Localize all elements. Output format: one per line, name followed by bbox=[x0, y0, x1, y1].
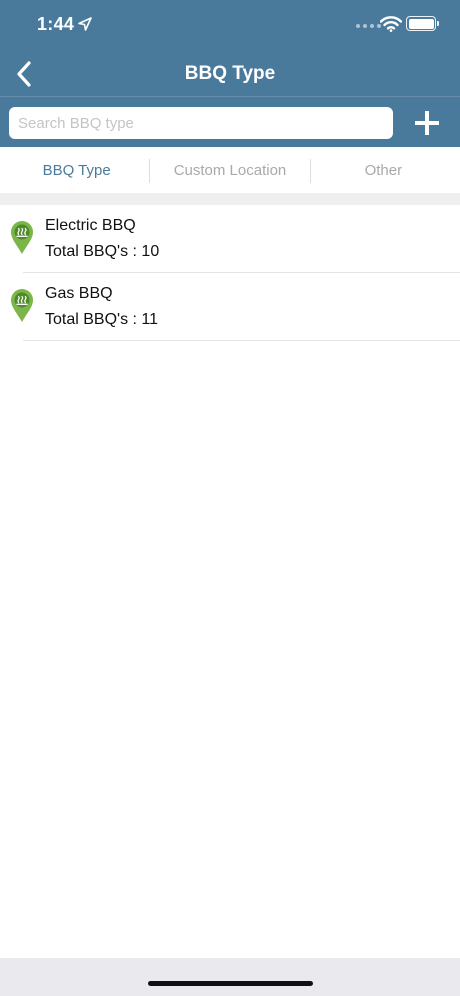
location-arrow-icon bbox=[78, 17, 92, 31]
tab-bbq-type[interactable]: BBQ Type bbox=[0, 147, 153, 193]
home-indicator[interactable] bbox=[148, 981, 313, 986]
search-input[interactable] bbox=[9, 107, 393, 139]
battery-icon bbox=[406, 16, 436, 31]
tab-other[interactable]: Other bbox=[307, 147, 460, 193]
item-name: Gas BBQ bbox=[45, 285, 113, 302]
row-separator bbox=[23, 340, 460, 341]
home-indicator-area bbox=[0, 958, 460, 996]
wifi-icon bbox=[380, 16, 402, 32]
add-button[interactable] bbox=[410, 107, 444, 139]
status-bar: 1:44 bbox=[0, 0, 460, 50]
cellular-signal-icon bbox=[356, 24, 381, 28]
segment-tabs: BBQ Type Custom Location Other bbox=[0, 147, 460, 193]
plus-icon bbox=[415, 111, 439, 135]
page-title: BBQ Type bbox=[184, 63, 276, 84]
status-time: 1:44 bbox=[37, 14, 75, 34]
search-row bbox=[0, 96, 460, 147]
tab-divider bbox=[310, 159, 311, 183]
tab-custom-location[interactable]: Custom Location bbox=[153, 147, 306, 193]
section-spacer bbox=[0, 193, 460, 205]
item-count: Total BBQ's : 10 bbox=[45, 243, 160, 260]
list-item-electric-bbq[interactable]: Electric BBQ Total BBQ's : 10 bbox=[0, 205, 460, 273]
bbq-pin-icon bbox=[11, 289, 33, 322]
item-name: Electric BBQ bbox=[45, 217, 136, 234]
navigation-bar: BBQ Type bbox=[0, 52, 460, 96]
item-count: Total BBQ's : 11 bbox=[45, 311, 159, 328]
bbq-pin-icon bbox=[11, 221, 33, 254]
tab-divider bbox=[149, 159, 150, 183]
app-header: 1:44 BBQ Type bbox=[0, 0, 460, 147]
list-item-gas-bbq[interactable]: Gas BBQ Total BBQ's : 11 bbox=[0, 273, 460, 341]
bbq-type-list: Electric BBQ Total BBQ's : 10 Gas BBQ To… bbox=[0, 205, 460, 341]
